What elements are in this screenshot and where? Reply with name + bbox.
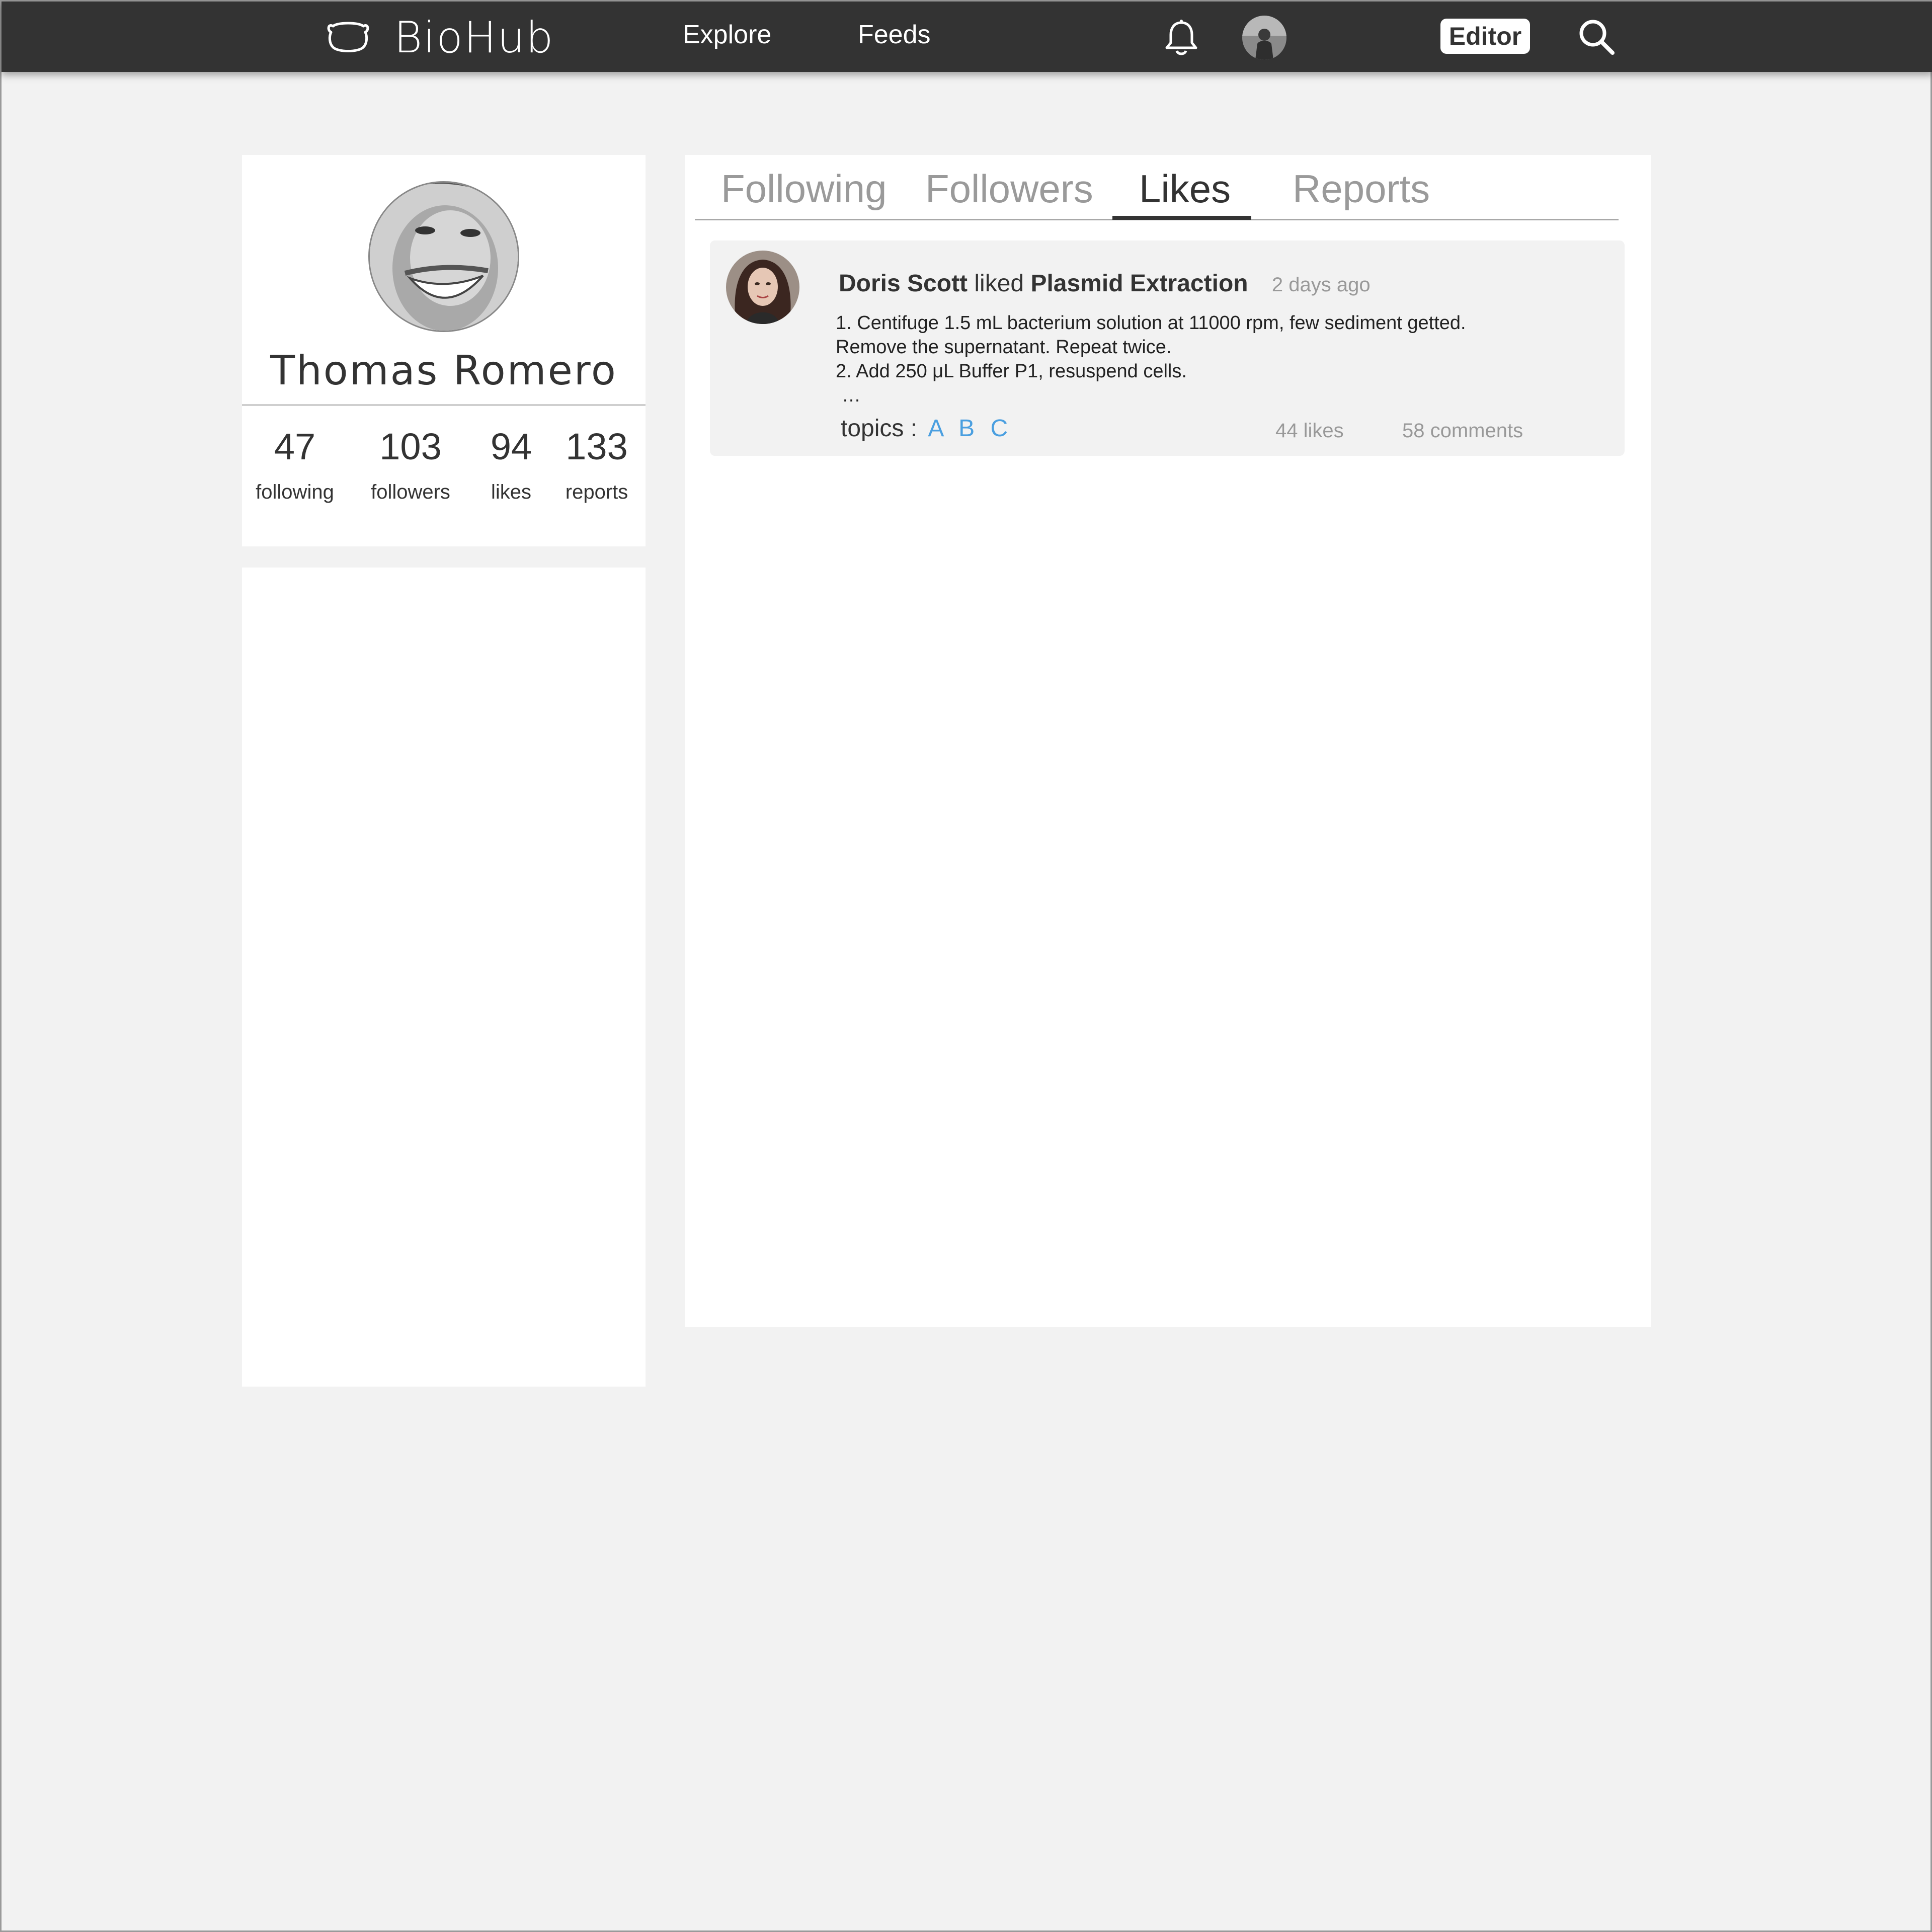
stat-followers[interactable]: 103 followers — [350, 422, 471, 507]
activity-item-title[interactable]: Plasmid Extraction — [1030, 270, 1248, 297]
nav-explore-link[interactable]: Explore — [683, 20, 771, 50]
stat-following[interactable]: 47 following — [242, 422, 348, 507]
topic-link[interactable]: B — [958, 415, 975, 442]
profile-name: Thomas Romero — [270, 347, 617, 394]
activity-excerpt: 1. Centifuge 1.5 mL bacterium solution a… — [836, 311, 1466, 408]
main-panel: Following Followers Likes Reports Doris … — [685, 155, 1651, 1327]
topic-link[interactable]: A — [928, 415, 942, 442]
excerpt-line: 1. Centifuge 1.5 mL bacterium solution a… — [836, 312, 1466, 334]
stat-label: followers — [371, 481, 450, 503]
tab-reports[interactable]: Reports — [1293, 166, 1430, 212]
tab-following[interactable]: Following — [721, 166, 887, 212]
profile-card: Thomas Romero 47 following 103 followers… — [242, 155, 646, 546]
tab-likes[interactable]: Likes — [1139, 166, 1231, 212]
topic-link[interactable]: C — [990, 415, 1008, 442]
stat-value: 94 — [490, 426, 532, 467]
profile-avatar[interactable] — [368, 181, 519, 332]
activity-card[interactable]: Doris Scott liked Plasmid Extraction 2 d… — [710, 240, 1625, 456]
activity-user-avatar[interactable] — [726, 251, 799, 324]
activity-user-name[interactable]: Doris Scott — [839, 270, 968, 297]
excerpt-line: 2. Add 250 μL Buffer P1, resuspend cells… — [836, 361, 1187, 382]
likes-count[interactable]: 44 likes — [1275, 420, 1344, 442]
tab-followers[interactable]: Followers — [925, 166, 1093, 212]
user-avatar[interactable] — [1242, 16, 1286, 60]
stat-likes[interactable]: 94 likes — [473, 422, 549, 507]
topics-row: topics : A B C — [841, 415, 1008, 442]
stat-label: reports — [565, 481, 628, 503]
topics-label: topics : — [841, 415, 918, 442]
profile-divider — [242, 404, 646, 406]
logo-text[interactable]: BioHub — [394, 13, 554, 63]
activity-header: Doris Scott liked Plasmid Extraction 2 d… — [839, 270, 1371, 297]
search-icon[interactable] — [1576, 17, 1617, 57]
top-navigation-bar: BioHub Explore Feeds Editor — [2, 2, 1932, 72]
stat-label: following — [256, 481, 334, 503]
sidebar-panel — [242, 568, 646, 1387]
stat-value: 47 — [274, 426, 316, 467]
stat-value: 103 — [379, 426, 442, 467]
activity-verb: liked — [974, 270, 1024, 297]
bell-icon[interactable] — [1164, 19, 1199, 57]
excerpt-ellipsis: … — [842, 385, 861, 406]
nav-feeds-link[interactable]: Feeds — [858, 20, 931, 50]
stat-value: 133 — [566, 426, 628, 467]
stat-reports[interactable]: 133 reports — [551, 422, 642, 507]
comments-count[interactable]: 58 comments — [1402, 420, 1523, 442]
active-tab-indicator — [1112, 216, 1251, 220]
excerpt-line: Remove the supernatant. Repeat twice. — [836, 337, 1172, 358]
editor-button[interactable]: Editor — [1440, 19, 1530, 54]
activity-time: 2 days ago — [1271, 274, 1371, 296]
stat-label: likes — [491, 481, 532, 503]
bear-logo-icon[interactable] — [326, 19, 370, 54]
